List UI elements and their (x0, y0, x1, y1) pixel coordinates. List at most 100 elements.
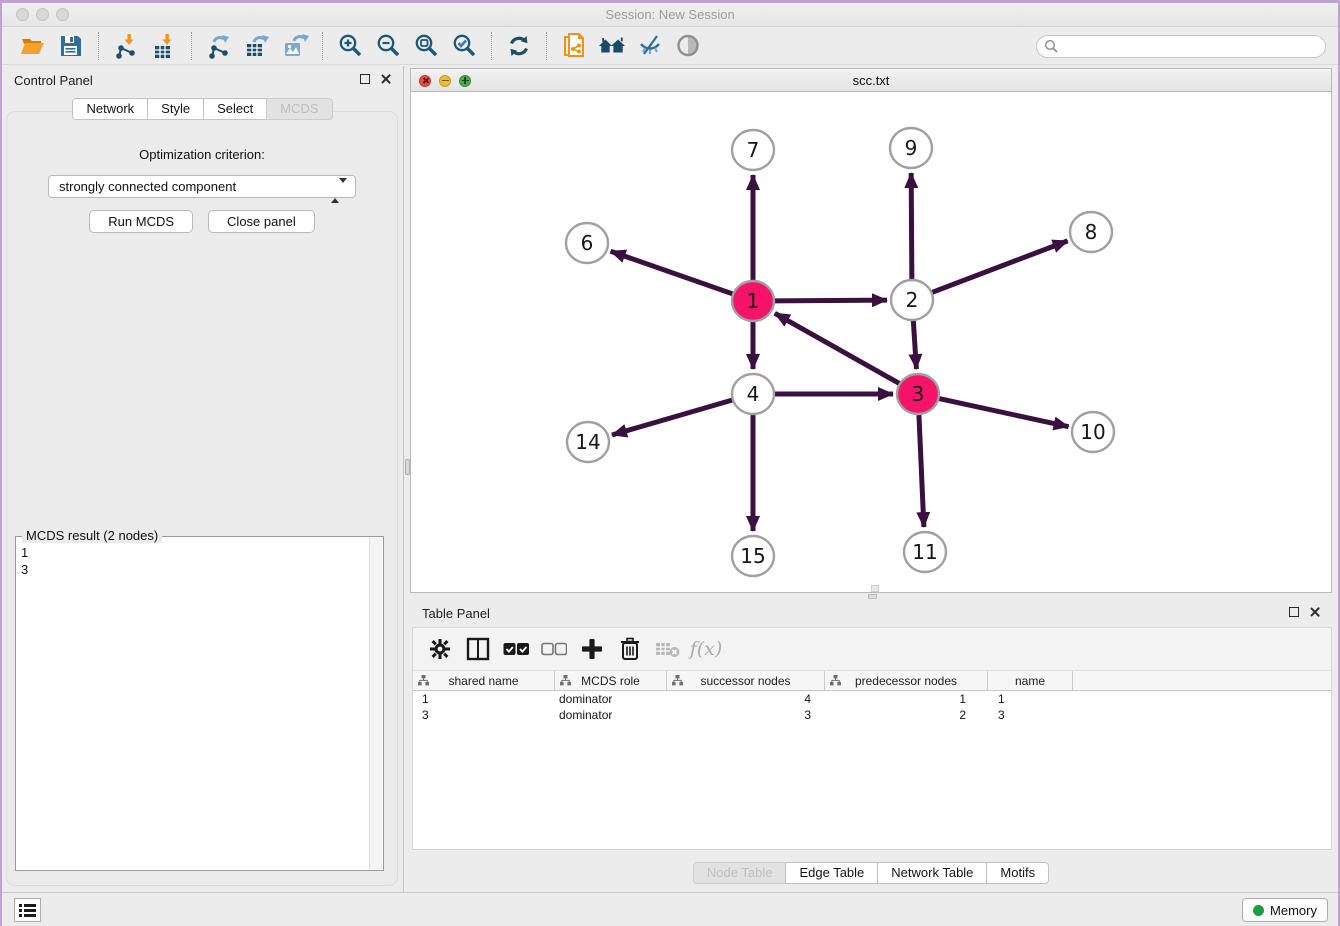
show-graphics-button[interactable] (674, 32, 702, 60)
table-row[interactable]: 3dominator323 (413, 707, 1331, 723)
save-session-button[interactable] (57, 32, 85, 60)
show-panels-button[interactable] (14, 898, 41, 922)
home-button[interactable] (598, 32, 626, 60)
run-mcds-button[interactable]: Run MCDS (89, 210, 193, 233)
graph-node-6[interactable]: 6 (566, 223, 608, 263)
tab-network-table[interactable]: Network Table (877, 862, 987, 884)
float-panel-icon[interactable] (1289, 607, 1299, 617)
graph-edge-3-11[interactable] (919, 415, 924, 527)
close-panel-icon[interactable] (1309, 606, 1320, 617)
import-table-icon (151, 33, 177, 59)
tab-select[interactable]: Select (203, 98, 267, 120)
column-header-shared-name[interactable]: shared name (413, 671, 555, 690)
column-header-predecessor-nodes[interactable]: predecessor nodes (825, 671, 988, 690)
hide-graphics-button[interactable] (636, 32, 664, 60)
column-header-MCDS-role[interactable]: MCDS role (555, 671, 667, 690)
graph-node-1[interactable]: 1 (732, 281, 774, 321)
svg-text:4: 4 (747, 382, 760, 406)
graph-node-10[interactable]: 10 (1072, 412, 1114, 452)
gear-icon (429, 638, 451, 660)
export-table-button[interactable] (243, 32, 271, 60)
control-panel: Control Panel NetworkStyleSelectMCDS Opt… (2, 66, 403, 892)
table-options-button[interactable] (427, 636, 453, 662)
memory-status-icon (1253, 905, 1264, 916)
refresh-button[interactable] (505, 32, 533, 60)
zoom-out-button[interactable] (374, 32, 402, 60)
tab-node-table[interactable]: Node Table (693, 862, 787, 884)
control-panel-header: Control Panel (2, 66, 403, 94)
graph-node-3[interactable]: 3 (897, 374, 939, 414)
table-panel-header: Table Panel (410, 599, 1332, 627)
network-frame-titlebar: scc.txt (411, 69, 1331, 92)
table-cell: dominator (555, 691, 667, 707)
deselect-all-button[interactable] (541, 636, 567, 662)
column-header-successor-nodes[interactable]: successor nodes (667, 671, 825, 690)
delete-column-button[interactable] (617, 636, 643, 662)
tab-style[interactable]: Style (147, 98, 204, 120)
optimization-select[interactable]: strongly connected component (48, 175, 356, 198)
zoom-in-icon (337, 32, 364, 59)
hide-graphics-icon (637, 32, 664, 59)
new-network-button[interactable] (560, 32, 588, 60)
tab-edge-table[interactable]: Edge Table (785, 862, 878, 884)
graph-edge-3-1[interactable] (775, 313, 900, 383)
column-type-icon (418, 675, 429, 686)
close-panel-icon[interactable] (380, 73, 391, 84)
toolbar-separator (322, 32, 323, 60)
canvas-resize-grip[interactable] (871, 585, 879, 592)
export-image-button[interactable] (281, 32, 309, 60)
export-image-icon (282, 32, 309, 59)
graph-node-9[interactable]: 9 (890, 128, 932, 168)
graph-node-15[interactable]: 15 (732, 536, 774, 576)
table-panel-title: Table Panel (422, 606, 490, 621)
graph-node-2[interactable]: 2 (891, 280, 933, 320)
zoom-in-button[interactable] (336, 32, 364, 60)
column-header-name[interactable]: name (988, 671, 1073, 690)
close-panel-button[interactable]: Close panel (208, 210, 315, 233)
home-icon (598, 33, 626, 59)
select-all-button[interactable] (503, 636, 529, 662)
app-window: Session: New Session (0, 0, 1340, 926)
graph-edge-2-9[interactable] (911, 173, 912, 279)
graph-node-14[interactable]: 14 (567, 422, 609, 462)
graph-node-11[interactable]: 11 (904, 532, 946, 572)
search-input[interactable] (1036, 35, 1326, 58)
column-label: successor nodes (700, 674, 790, 688)
tab-motifs[interactable]: Motifs (986, 862, 1049, 884)
import-network-button[interactable] (112, 32, 140, 60)
delete-table-button[interactable] (655, 636, 681, 662)
export-network-button[interactable] (205, 32, 233, 60)
graph-node-8[interactable]: 8 (1070, 212, 1112, 252)
zoom-selected-button[interactable] (450, 32, 478, 60)
show-columns-button[interactable] (465, 636, 491, 662)
float-panel-icon[interactable] (360, 74, 370, 84)
memory-button[interactable]: Memory (1242, 898, 1328, 922)
network-canvas[interactable]: 7 9 6 8 1 2 4 3 14 10 15 11 (411, 92, 1331, 592)
result-scrollbar[interactable] (369, 538, 382, 869)
tab-mcds[interactable]: MCDS (266, 98, 332, 120)
graph-node-4[interactable]: 4 (732, 374, 774, 414)
table-row[interactable]: 1dominator411 (413, 691, 1331, 707)
graph-edge-1-6[interactable] (611, 251, 734, 294)
graph-edge-3-10[interactable] (939, 398, 1069, 426)
open-session-button[interactable] (19, 32, 47, 60)
table-cell: dominator (555, 707, 667, 723)
graph-node-7[interactable]: 7 (732, 130, 774, 170)
svg-text:2: 2 (906, 288, 919, 312)
column-type-icon (830, 675, 841, 686)
select-all-icon (503, 642, 529, 656)
add-column-button[interactable] (579, 636, 605, 662)
graph-edge-2-8[interactable] (932, 241, 1068, 293)
zoom-fit-button[interactable] (412, 32, 440, 60)
function-builder-button[interactable]: f(x) (693, 636, 719, 662)
optimization-value: strongly connected component (59, 179, 236, 194)
graph-edge-4-14[interactable] (612, 400, 733, 435)
tab-network[interactable]: Network (72, 98, 148, 120)
import-table-button[interactable] (150, 32, 178, 60)
vertical-splitter[interactable] (403, 66, 410, 892)
mcds-result-box: MCDS result (2 nodes) 13 (15, 536, 384, 871)
graph-edge-2-3[interactable] (913, 321, 916, 369)
network-view-frame: scc.txt 7 9 6 8 1 2 4 3 14 10 15 11 (410, 68, 1332, 593)
graph-edge-1-2[interactable] (774, 300, 887, 301)
table-tabs: Node TableEdge TableNetwork TableMotifs (410, 862, 1332, 884)
